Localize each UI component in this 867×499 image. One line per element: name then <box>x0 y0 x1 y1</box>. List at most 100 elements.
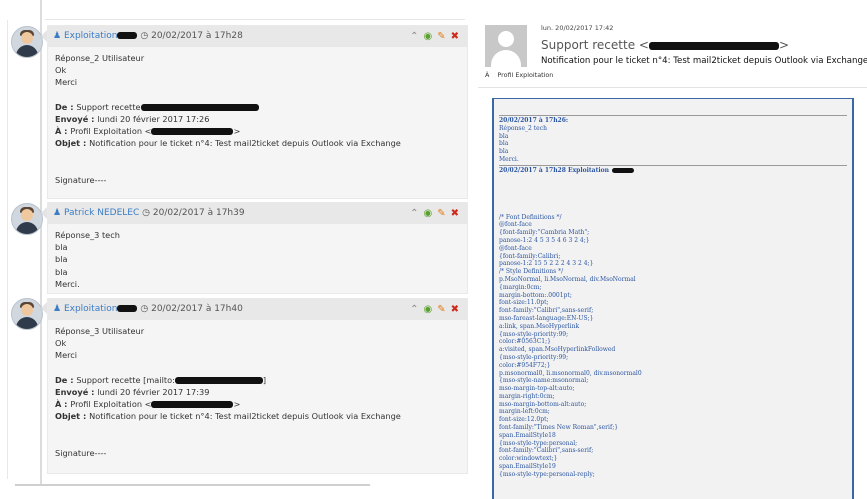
email-body-line: margin-bottom:.0001pt; <box>499 291 572 299</box>
followup-line: bla <box>55 241 460 253</box>
followup-text: Profil Exploitation < <box>70 126 152 137</box>
followup-text: Réponse_3 tech <box>55 230 120 240</box>
followup-text: Support recette <box>76 101 141 112</box>
redaction <box>151 401 234 409</box>
followup-line: À : Profil Exploitation < > <box>55 125 460 137</box>
followup-author[interactable]: Exploitation <box>64 31 118 41</box>
followup-text: Notification pour le ticket n°4: Test ma… <box>89 411 401 422</box>
email-body-line: {mso-style-priority:99; <box>499 330 569 338</box>
field-label: De : <box>55 101 77 112</box>
followup-line: Réponse_2 Utilisateur <box>55 52 460 64</box>
user-icon: ♟ <box>53 304 62 314</box>
email-date: lun. 20/02/2017 17:42 <box>541 24 614 32</box>
followup-text: bla <box>55 254 68 265</box>
email-body-line: panose-1:2 4 5 3 5 4 6 3 2 4;} <box>499 236 590 244</box>
followup-text: > <box>233 399 241 410</box>
email-body-line: mso-margin-bottom-alt:auto; <box>499 400 587 408</box>
timeline-line <box>40 0 42 485</box>
followup-text: Ok <box>55 65 67 76</box>
close-icon[interactable]: ✖ <box>451 31 459 42</box>
followup-line: Envoyé : lundi 20 février 2017 17:26 <box>55 113 460 125</box>
field-label: Envoyé : <box>55 387 98 397</box>
followup-line: Merci <box>55 76 460 88</box>
clock-icon: ◷ <box>142 208 150 218</box>
followup-line: De : Support recette [mailto:] <box>55 374 460 386</box>
followup-card: ♟ Exploitation ◷ 20/02/2017 à 17h40 ⌃ ◉ ✎ ✖… <box>47 298 468 474</box>
email-body-line: p.MsoNormal, li.MsoNormal, div.MsoNormal <box>499 275 636 283</box>
followup-line: bla <box>55 253 460 265</box>
followup-line: Objet : Notification pour le ticket n°4:… <box>55 137 460 149</box>
redaction <box>117 305 138 312</box>
avatar <box>11 298 43 330</box>
email-preview-pane: lun. 20/02/2017 17:42 Support recette < >… <box>478 0 867 499</box>
email-recipient[interactable]: À Profil Exploitation <box>485 71 553 79</box>
email-body-line: /* Style Definitions */ <box>499 268 564 276</box>
scrollbar[interactable] <box>15 484 370 486</box>
followup-author[interactable]: Patrick NEDELEC <box>64 208 139 218</box>
followup-author[interactable]: Exploitation <box>64 304 118 314</box>
email-body-line <box>499 198 847 206</box>
email-body-line: bla <box>499 132 509 140</box>
followup-text: bla <box>55 266 68 277</box>
followup-text: Réponse_3 Utilisateur <box>55 326 145 336</box>
followup-text: Merci <box>55 77 78 88</box>
followup-datetime: 20/02/2017 à 17h28 <box>151 31 243 41</box>
chevron-up-icon[interactable]: ⌃ <box>410 304 418 315</box>
close-icon[interactable]: ✖ <box>451 304 459 315</box>
email-body-line: {font-family:Calibri; <box>499 252 561 260</box>
eye-icon[interactable]: ◉ <box>423 208 432 219</box>
clock-icon: ◷ <box>140 31 149 41</box>
pencil-icon[interactable]: ✎ <box>437 304 445 315</box>
redaction <box>117 32 138 39</box>
followup-text: Ok <box>55 338 67 349</box>
clock-icon: ◷ <box>140 304 149 314</box>
followup-line: bla <box>55 266 460 278</box>
eye-icon[interactable]: ◉ <box>423 31 432 42</box>
header-divider <box>478 87 867 88</box>
followup-line: Signature---- <box>55 174 460 186</box>
pencil-icon[interactable]: ✎ <box>437 31 445 42</box>
email-body-line <box>499 206 847 214</box>
followup-line <box>55 423 460 435</box>
email-body-line: font-family:"Calibri",sans-serif; <box>499 307 594 315</box>
email-body-line: margin-right:0cm; <box>499 392 555 400</box>
email-body-line: span.EmailStyle18 <box>499 431 556 439</box>
close-icon[interactable]: ✖ <box>451 208 459 219</box>
email-body-line: margin-left:0cm; <box>499 408 550 416</box>
chevron-up-icon[interactable]: ⌃ <box>410 31 418 42</box>
followup-line <box>55 150 460 162</box>
chevron-up-icon[interactable]: ⌃ <box>410 208 418 219</box>
followup-header: ♟ Exploitation ◷ 20/02/2017 à 17h28 ⌃ ◉ ✎ ✖ <box>48 26 467 47</box>
followup-line <box>55 362 460 374</box>
email-body-line: Réponse_2 tech <box>499 124 547 132</box>
email-subject: Notification pour le ticket n°4: Test ma… <box>541 56 867 66</box>
followup-line: Merci. <box>55 278 460 290</box>
followup-line: Ok <box>55 337 460 349</box>
followup-header: ♟ Patrick NEDELEC ◷ 20/02/2017 à 17h39 ⌃… <box>48 203 467 224</box>
email-body-line: font-size:12.0pt; <box>499 416 549 424</box>
followup-datetime: 20/02/2017 à 17h39 <box>152 208 245 218</box>
email-body-line: {mso-style-priority:99; <box>499 353 569 361</box>
eye-icon[interactable]: ◉ <box>423 304 432 315</box>
followup-text: Signature---- <box>55 447 107 458</box>
email-body-line: /* Font Definitions */ <box>499 213 562 221</box>
field-label: Envoyé : <box>55 114 98 124</box>
top-divider <box>45 19 465 20</box>
followup-text: Merci <box>55 350 78 361</box>
followup-line: Réponse_3 tech <box>55 229 460 241</box>
email-sender[interactable]: Support recette < > <box>541 38 789 52</box>
email-body-line: bla <box>499 148 509 156</box>
email-body-line: color:windowtext;} <box>499 455 558 463</box>
email-body-line: @font-face <box>499 221 532 229</box>
email-body-line: {mso-style-type:personal-reply; <box>499 470 595 478</box>
followup-text: Réponse_2 Utilisateur <box>55 53 145 63</box>
ticket-followups-pane: ♟ Exploitation ◷ 20/02/2017 à 17h28 ⌃ ◉ ✎ ✖… <box>0 0 470 499</box>
pane-edge <box>7 20 8 479</box>
followup-text: Profil Exploitation < <box>70 399 152 410</box>
pencil-icon[interactable]: ✎ <box>437 208 445 219</box>
field-label: À : <box>55 399 71 410</box>
followup-line <box>55 89 460 101</box>
email-body-line: {margin:0cm; <box>499 283 542 291</box>
followup-text: > <box>233 126 241 137</box>
email-body-line <box>499 175 847 183</box>
